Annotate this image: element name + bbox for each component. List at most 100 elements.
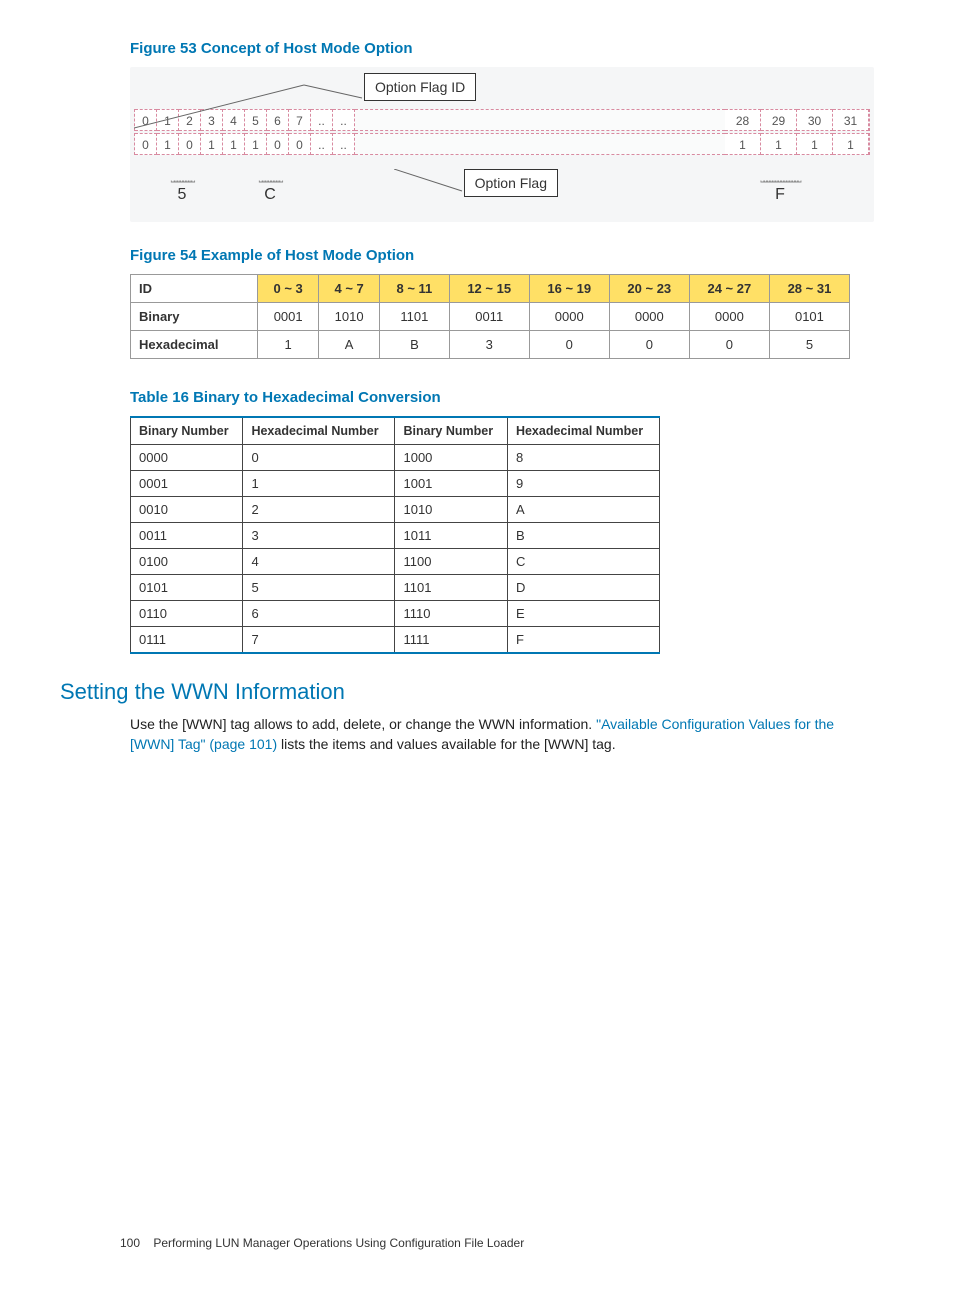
table-cell: 20 ~ 23 bbox=[609, 275, 689, 303]
bit-cell: 29 bbox=[761, 109, 797, 131]
table-row: 011171111F bbox=[131, 627, 660, 654]
table-cell: 1101 bbox=[395, 575, 507, 601]
table-cell: 12 ~ 15 bbox=[449, 275, 529, 303]
table-cell: 0000 bbox=[689, 303, 769, 331]
section-paragraph: Use the [WWN] tag allows to add, delete,… bbox=[130, 715, 874, 754]
option-flag-row: 01011100....1111 bbox=[134, 133, 870, 155]
figure-54-table: ID0 ~ 34 ~ 78 ~ 1112 ~ 1516 ~ 1920 ~ 232… bbox=[130, 274, 850, 359]
table-header-cell: Hexadecimal Number bbox=[243, 417, 395, 445]
bit-cell: 1 bbox=[833, 133, 869, 155]
table-cell: 1 bbox=[243, 471, 395, 497]
table-header-cell: Hexadecimal Number bbox=[507, 417, 659, 445]
table-cell: 0 bbox=[609, 331, 689, 359]
bit-cell: .. bbox=[333, 133, 355, 155]
table-cell: E bbox=[507, 601, 659, 627]
table-cell: 1100 bbox=[395, 549, 507, 575]
bit-cell: 1 bbox=[245, 133, 267, 155]
table-row: Hexadecimal1AB30005 bbox=[131, 331, 850, 359]
table-cell: 0001 bbox=[258, 303, 319, 331]
bit-cell: 31 bbox=[833, 109, 869, 131]
para-text: lists the items and values available for… bbox=[277, 736, 615, 752]
table-cell: 24 ~ 27 bbox=[689, 275, 769, 303]
table-cell: 1110 bbox=[395, 601, 507, 627]
page-footer: 100 Performing LUN Manager Operations Us… bbox=[120, 1236, 524, 1250]
table-cell: 1000 bbox=[395, 445, 507, 471]
table-cell: 0010 bbox=[131, 497, 243, 523]
bit-cell: 30 bbox=[797, 109, 833, 131]
bit-cell: 0 bbox=[289, 133, 311, 155]
table-cell: 6 bbox=[243, 601, 395, 627]
table-cell: 0000 bbox=[131, 445, 243, 471]
table-row: 0000010008 bbox=[131, 445, 660, 471]
figure-54-caption: Figure 54 Example of Host Mode Option bbox=[130, 247, 874, 264]
option-flag-id-label: Option Flag ID bbox=[364, 73, 476, 101]
table-cell: 4 bbox=[243, 549, 395, 575]
table-cell: 0110 bbox=[131, 601, 243, 627]
table-cell: 7 bbox=[243, 627, 395, 654]
table-cell: A bbox=[319, 331, 380, 359]
table-cell: C bbox=[507, 549, 659, 575]
table-cell: Binary bbox=[131, 303, 258, 331]
table-16: Binary NumberHexadecimal NumberBinary Nu… bbox=[130, 416, 660, 654]
option-flag-label: Option Flag bbox=[464, 169, 558, 197]
table-cell: 1111 bbox=[395, 627, 507, 654]
table-row: 010151101D bbox=[131, 575, 660, 601]
table-cell: 1011 bbox=[395, 523, 507, 549]
hex-group-c: ⎵⎵⎵⎵⎵⎵⎵⎵ C bbox=[226, 169, 314, 204]
table-cell: 0 bbox=[689, 331, 769, 359]
bit-cell: 0 bbox=[267, 133, 289, 155]
lead-line-icon bbox=[134, 83, 369, 133]
table-row: ID0 ~ 34 ~ 78 ~ 1112 ~ 1516 ~ 1920 ~ 232… bbox=[131, 275, 850, 303]
table-cell: 16 ~ 19 bbox=[529, 275, 609, 303]
table-cell: 8 ~ 11 bbox=[380, 275, 450, 303]
table-cell: 0 ~ 3 bbox=[258, 275, 319, 303]
table-row: Binary00011010110100110000000000000101 bbox=[131, 303, 850, 331]
table-cell: 0 bbox=[243, 445, 395, 471]
section-heading-wwn: Setting the WWN Information bbox=[60, 679, 874, 705]
table-cell: A bbox=[507, 497, 659, 523]
table-row: 011061110E bbox=[131, 601, 660, 627]
table-cell: 8 bbox=[507, 445, 659, 471]
table-cell: B bbox=[507, 523, 659, 549]
figure-53-caption: Figure 53 Concept of Host Mode Option bbox=[130, 40, 874, 57]
table-cell: 1 bbox=[258, 331, 319, 359]
table-cell: 0001 bbox=[131, 471, 243, 497]
table-cell: 0000 bbox=[529, 303, 609, 331]
table-cell: 5 bbox=[243, 575, 395, 601]
bit-cell: 1 bbox=[157, 133, 179, 155]
table-cell: 5 bbox=[769, 331, 849, 359]
table-cell: 1001 bbox=[395, 471, 507, 497]
footer-text: Performing LUN Manager Operations Using … bbox=[153, 1236, 524, 1250]
table-row: 010041100C bbox=[131, 549, 660, 575]
bit-cell: 1 bbox=[201, 133, 223, 155]
table-cell: 0100 bbox=[131, 549, 243, 575]
bit-cell: 28 bbox=[725, 109, 761, 131]
table-cell: 0101 bbox=[131, 575, 243, 601]
bit-cell: 1 bbox=[761, 133, 797, 155]
table-header-cell: Binary Number bbox=[131, 417, 243, 445]
hex-group-5: ⎵⎵⎵⎵⎵⎵⎵⎵ 5 bbox=[138, 169, 226, 204]
table-cell: B bbox=[380, 331, 450, 359]
table-cell: D bbox=[507, 575, 659, 601]
table-cell: 0011 bbox=[449, 303, 529, 331]
table-cell: 0111 bbox=[131, 627, 243, 654]
table-cell: 3 bbox=[449, 331, 529, 359]
table-cell: 9 bbox=[507, 471, 659, 497]
bit-cell: 0 bbox=[135, 133, 157, 155]
table-header-cell: Binary Number bbox=[395, 417, 507, 445]
table-cell: ID bbox=[131, 275, 258, 303]
table-cell: 3 bbox=[243, 523, 395, 549]
table-row: 001131011B bbox=[131, 523, 660, 549]
table-16-caption: Table 16 Binary to Hexadecimal Conversio… bbox=[130, 389, 874, 406]
bit-cell: 0 bbox=[179, 133, 201, 155]
page-number: 100 bbox=[120, 1236, 140, 1250]
table-cell: 2 bbox=[243, 497, 395, 523]
bit-cell: 1 bbox=[797, 133, 833, 155]
bit-cell: .. bbox=[311, 133, 333, 155]
table-cell: 28 ~ 31 bbox=[769, 275, 849, 303]
table-cell: Hexadecimal bbox=[131, 331, 258, 359]
lead-line-icon bbox=[394, 169, 464, 197]
table-cell: F bbox=[507, 627, 659, 654]
table-row: Binary NumberHexadecimal NumberBinary Nu… bbox=[131, 417, 660, 445]
table-cell: 1101 bbox=[380, 303, 450, 331]
